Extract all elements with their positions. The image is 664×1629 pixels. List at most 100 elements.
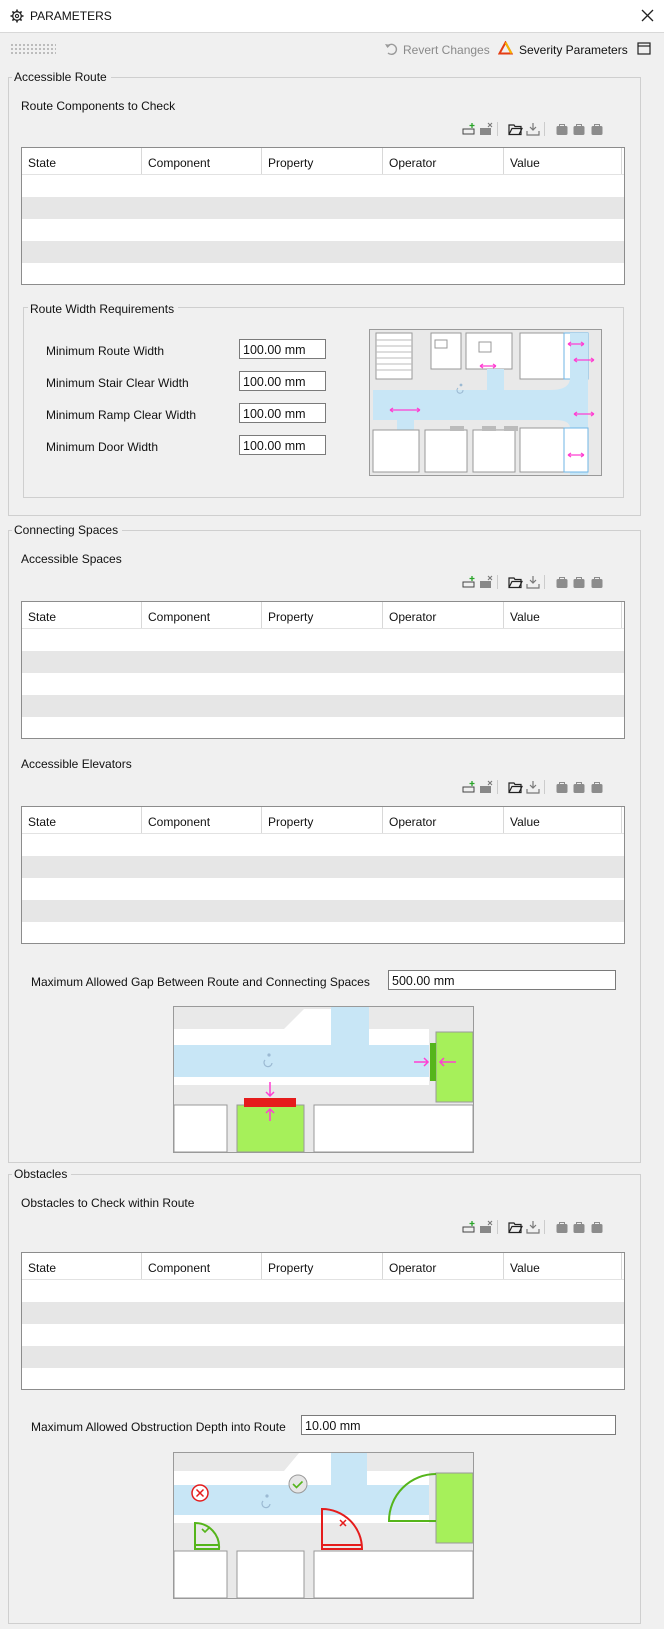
accessible-route-title: Accessible Route: [12, 70, 111, 84]
add-row-icon[interactable]: [462, 575, 476, 589]
column-value[interactable]: Value: [504, 807, 622, 833]
table-row[interactable]: [22, 1346, 624, 1368]
column-component[interactable]: Component: [142, 602, 262, 628]
table-row[interactable]: [22, 1302, 624, 1324]
column-state[interactable]: State: [22, 602, 142, 628]
min-ramp-width-input[interactable]: 100.00 mm: [239, 403, 326, 423]
column-state[interactable]: State: [22, 148, 142, 174]
table-row[interactable]: [22, 673, 624, 695]
column-property[interactable]: Property: [262, 602, 383, 628]
max-gap-input[interactable]: 500.00 mm: [388, 970, 616, 990]
column-property[interactable]: Property: [262, 148, 383, 174]
close-icon[interactable]: [641, 9, 654, 22]
column-state[interactable]: State: [22, 1253, 142, 1279]
table-row[interactable]: [22, 834, 624, 856]
max-gap-label: Maximum Allowed Gap Between Route and Co…: [31, 975, 370, 989]
table-row[interactable]: [22, 878, 624, 900]
column-operator[interactable]: Operator: [383, 807, 504, 833]
accessible-elevators-toolbar: [462, 780, 604, 797]
download-icon[interactable]: [526, 122, 540, 136]
remove-row-icon[interactable]: [479, 575, 493, 589]
min-stair-width-input[interactable]: 100.00 mm: [239, 371, 326, 391]
table-row[interactable]: [22, 197, 624, 219]
accessible-spaces-label: Accessible Spaces: [21, 552, 122, 566]
column-value[interactable]: Value: [504, 148, 622, 174]
obstacles-title: Obstacles: [12, 1167, 72, 1181]
revert-changes-button[interactable]: Revert Changes: [403, 43, 490, 57]
folder-open-icon[interactable]: [508, 575, 524, 589]
table-row[interactable]: [22, 241, 624, 263]
route-components-toolbar: [462, 122, 604, 139]
table-header: State Component Property Operator Value: [22, 148, 624, 175]
max-obstruction-label: Maximum Allowed Obstruction Depth into R…: [31, 1420, 286, 1434]
table-row[interactable]: [22, 219, 624, 241]
max-obstruction-input[interactable]: 10.00 mm: [301, 1415, 616, 1435]
accessible-spaces-toolbar: [462, 575, 604, 592]
table-row[interactable]: [22, 1368, 624, 1389]
min-route-width-input[interactable]: 100.00 mm: [239, 339, 326, 359]
accessible-spaces-table[interactable]: State Component Property Operator Value: [21, 601, 625, 739]
column-value[interactable]: Value: [504, 602, 622, 628]
accessible-elevators-table[interactable]: State Component Property Operator Value: [21, 806, 625, 944]
min-door-width-label: Minimum Door Width: [46, 440, 159, 454]
column-operator[interactable]: Operator: [383, 148, 504, 174]
download-icon[interactable]: [526, 780, 540, 794]
min-door-width-input[interactable]: 100.00 mm: [239, 435, 326, 455]
min-route-width-label: Minimum Route Width: [46, 344, 165, 358]
add-row-icon[interactable]: [462, 1220, 476, 1234]
bag-icon[interactable]: [572, 122, 586, 136]
table-row[interactable]: [22, 1324, 624, 1346]
bag-icon[interactable]: [555, 780, 569, 794]
column-value[interactable]: Value: [504, 1253, 622, 1279]
severity-parameters-button[interactable]: Severity Parameters: [519, 43, 628, 57]
remove-row-icon[interactable]: [479, 1220, 493, 1234]
column-state[interactable]: State: [22, 807, 142, 833]
route-components-label: Route Components to Check: [21, 99, 176, 113]
table-row[interactable]: [22, 1280, 624, 1302]
folder-open-icon[interactable]: [508, 780, 524, 794]
table-row[interactable]: [22, 922, 624, 943]
table-row[interactable]: [22, 263, 624, 284]
download-icon[interactable]: [526, 575, 540, 589]
bag-icon[interactable]: [555, 575, 569, 589]
min-stair-width-label: Minimum Stair Clear Width: [46, 376, 189, 390]
folder-open-icon[interactable]: [508, 1220, 524, 1234]
bag-icon[interactable]: [590, 780, 604, 794]
bag-icon[interactable]: [555, 122, 569, 136]
table-row[interactable]: [22, 175, 624, 197]
download-icon[interactable]: [526, 1220, 540, 1234]
bag-icon[interactable]: [572, 780, 586, 794]
column-operator[interactable]: Operator: [383, 602, 504, 628]
table-row[interactable]: [22, 900, 624, 922]
column-operator[interactable]: Operator: [383, 1253, 504, 1279]
column-property[interactable]: Property: [262, 1253, 383, 1279]
table-row[interactable]: [22, 856, 624, 878]
column-property[interactable]: Property: [262, 807, 383, 833]
table-row[interactable]: [22, 695, 624, 717]
column-component[interactable]: Component: [142, 807, 262, 833]
bag-icon[interactable]: [590, 575, 604, 589]
remove-row-icon[interactable]: [479, 780, 493, 794]
obstacles-check-label: Obstacles to Check within Route: [21, 1196, 195, 1210]
table-row[interactable]: [22, 629, 624, 651]
add-row-icon[interactable]: [462, 780, 476, 794]
connecting-spaces-diagram: [173, 1006, 474, 1153]
column-component[interactable]: Component: [142, 148, 262, 174]
drag-handle-icon[interactable]: [10, 43, 56, 55]
column-component[interactable]: Component: [142, 1253, 262, 1279]
obstacles-table[interactable]: State Component Property Operator Value: [21, 1252, 625, 1390]
bag-icon[interactable]: [590, 122, 604, 136]
bag-icon[interactable]: [572, 575, 586, 589]
folder-open-icon[interactable]: [508, 122, 524, 136]
remove-row-icon[interactable]: [479, 122, 493, 136]
table-header: State Component Property Operator Value: [22, 807, 624, 834]
table-row[interactable]: [22, 651, 624, 673]
window-icon[interactable]: [637, 42, 651, 55]
table-row[interactable]: [22, 717, 624, 738]
add-row-icon[interactable]: [462, 122, 476, 136]
route-width-diagram: [369, 329, 602, 476]
bag-icon[interactable]: [590, 1220, 604, 1234]
route-components-table[interactable]: State Component Property Operator Value: [21, 147, 625, 285]
bag-icon[interactable]: [572, 1220, 586, 1234]
bag-icon[interactable]: [555, 1220, 569, 1234]
